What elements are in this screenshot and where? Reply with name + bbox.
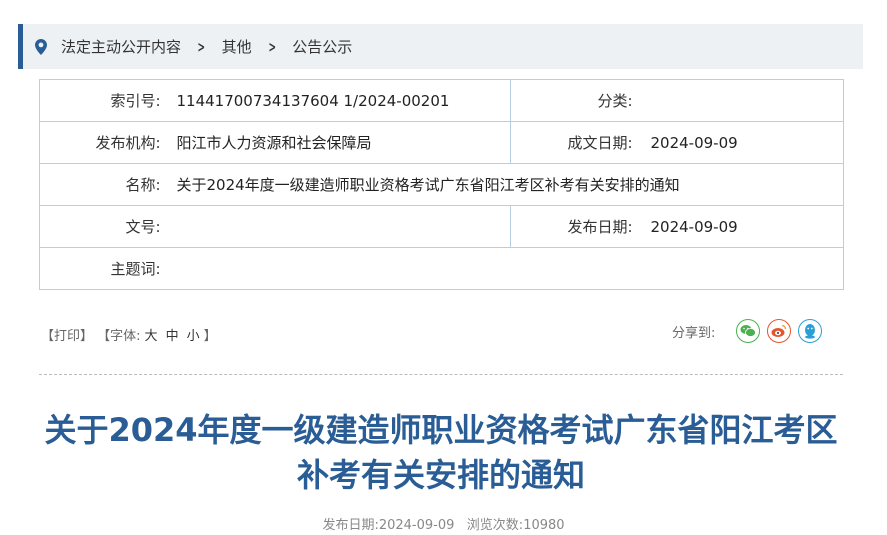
published-date-value: 2024-09-09 [638,205,844,248]
print-button[interactable]: 【打印】 [41,329,93,344]
document-meta-table: 索引号: 11441700734137604 1/2024-00201 分类: … [39,79,844,290]
index-value: 11441700734137604 1/2024-00201 [170,79,511,122]
table-row: 名称: 关于2024年度一级建造师职业资格考试广东省阳江考区补考有关安排的通知 [39,163,844,206]
share-label: 分享到: [672,325,716,341]
category-label: 分类: [510,79,639,122]
publisher-label: 发布机构: [39,121,171,164]
category-value [638,79,844,122]
article-tools: 【打印】 【字体: 大中小】 [41,325,217,344]
breadcrumb: 法定主动公开内容 > 其他 > 公告公示 [18,24,863,69]
created-date-value: 2024-09-09 [638,121,844,164]
table-row: 发布机构: 阳江市人力资源和社会保障局 成文日期: 2024-09-09 [39,121,844,164]
views-label: 浏览次数: [466,518,524,533]
article-title: 关于2024年度一级建造师职业资格考试广东省阳江考区补考有关安排的通知 [44,411,838,494]
qq-icon [805,324,816,339]
location-pin-icon [35,38,47,55]
share-weibo-button[interactable] [767,319,792,343]
chevron-right-icon: > [197,37,206,56]
font-large-button[interactable]: 大 [145,329,158,344]
font-medium-button[interactable]: 中 [166,329,179,344]
share-wechat-button[interactable] [736,319,761,343]
pub-date-label: 发布日期: [322,518,379,533]
published-date-label: 发布日期: [510,205,639,248]
table-row: 索引号: 11441700734137604 1/2024-00201 分类: [39,79,844,122]
table-row: 文号: 发布日期: 2024-09-09 [39,205,844,248]
views-count: 10980 [523,518,565,533]
wechat-icon [740,325,757,337]
doc-number-value [170,205,511,248]
share-qq-button[interactable] [798,319,823,343]
doc-number-label: 文号: [39,205,171,248]
keywords-value [170,247,844,290]
breadcrumb-item-announcements[interactable]: 公告公示 [292,36,352,57]
chevron-right-icon: > [268,37,276,56]
publisher-value: 阳江市人力资源和社会保障局 [170,121,511,164]
dashed-divider [39,374,843,375]
pub-date-value: 2024-09-09 [378,518,455,533]
font-small-button[interactable]: 小 [187,329,200,344]
weibo-icon [771,324,787,337]
name-value: 关于2024年度一级建造师职业资格考试广东省阳江考区补考有关安排的通知 [170,163,844,206]
table-row: 主题词: [39,247,844,290]
name-label: 名称: [39,163,171,206]
breadcrumb-item-public-content[interactable]: 法定主动公开内容 [61,36,181,57]
index-label: 索引号: [39,79,171,122]
share-bar: 分享到: [672,319,823,343]
keywords-label: 主题词: [39,247,171,290]
font-size-prefix: 【字体: [97,329,141,344]
breadcrumb-item-other[interactable]: 其他 [222,36,252,57]
created-date-label: 成文日期: [510,121,639,164]
font-size-suffix: 】 [203,329,217,344]
article-pub-info: 发布日期:2024-09-09 浏览次数:10980 [0,514,887,533]
